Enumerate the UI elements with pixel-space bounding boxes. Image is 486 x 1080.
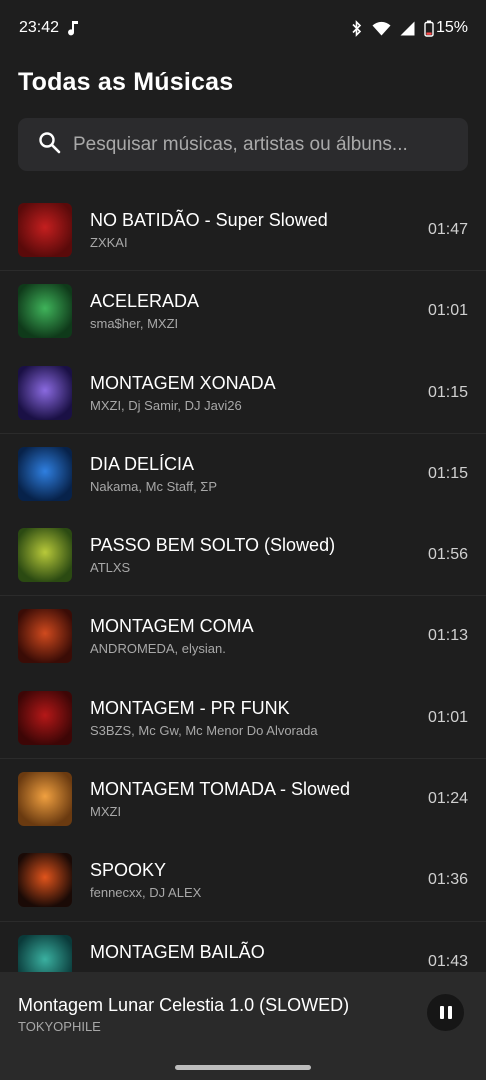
song-duration: 01:43 (427, 952, 468, 970)
battery-percent: 15% (435, 19, 468, 36)
now-playing-title: Montagem Lunar Celestia 1.0 (SLOWED) (18, 995, 350, 1015)
now-playing-artist: TOKYOPHILE (18, 1019, 101, 1034)
song-artist: sma$her, MXZI (90, 316, 179, 332)
page-title: Todas as Músicas (18, 68, 234, 96)
album-cover (18, 853, 72, 908)
song-row[interactable]: MONTAGEM - PR FUNK S3BZS, Mc Gw, Mc Menor… (0, 678, 486, 760)
song-row[interactable]: MONTAGEM BAILÃO 01:43 (0, 922, 486, 972)
song-artist: ATLXS (90, 560, 131, 576)
album-cover (18, 203, 72, 257)
song-row[interactable]: SPOOKY fennecxx, DJ ALEX 01:36 (0, 840, 486, 922)
album-cover (18, 446, 72, 501)
song-title: ACELERADA (90, 291, 200, 312)
music-note-icon (67, 20, 79, 36)
album-cover (18, 284, 72, 339)
search-input[interactable] (73, 133, 453, 156)
home-indicator[interactable] (175, 1065, 311, 1070)
song-artist: MXZI (90, 804, 122, 820)
song-artist: S3BZS, Mc Gw, Mc Menor Do Alvorada (90, 722, 318, 738)
song-title: MONTAGEM - PR FUNK (90, 697, 290, 718)
status-bar: 23:42 15% (0, 0, 486, 56)
album-cover (18, 365, 72, 420)
song-duration: 01:47 (427, 221, 468, 238)
song-artist: ZXKAI (90, 235, 128, 250)
song-list: NO BATIDÃO - Super Slowed ZXKAI 01:47 ACELE… (0, 190, 486, 972)
song-title: NO BATIDÃO - Super Slowed (90, 210, 328, 230)
song-duration: 01:01 (427, 302, 468, 320)
song-row[interactable]: PASSO BEM SOLTO (Slowed) ATLXS 01:56 (0, 515, 486, 597)
song-row[interactable]: DIA DELÍCIA Nakama, Mc Staff, ΣP 01:15 (0, 434, 486, 515)
song-duration: 01:36 (427, 871, 468, 889)
song-artist: MXZI, Dj Samir, DJ Javi26 (90, 397, 242, 413)
pause-icon (439, 1006, 444, 1019)
album-cover (18, 528, 72, 583)
song-row[interactable]: MONTAGEM COMA ANDROMEDA, elysian. 01:13 (0, 596, 486, 677)
song-title: DIA DELÍCIA (90, 453, 195, 474)
bluetooth-icon (351, 19, 363, 37)
album-cover (18, 690, 72, 745)
song-duration: 01:15 (427, 464, 468, 482)
pause-button[interactable] (427, 994, 464, 1031)
song-title: MONTAGEM COMA (90, 616, 254, 637)
signal-icon (400, 21, 415, 36)
song-duration: 01:56 (427, 546, 468, 564)
song-row[interactable]: MONTAGEM TOMADA - Slowed MXZI 01:24 (0, 759, 486, 840)
search-icon (38, 131, 61, 159)
song-title: MONTAGEM BAILÃO (90, 941, 265, 962)
song-row[interactable]: ACELERADA sma$her, MXZI 01:01 (0, 271, 486, 352)
song-artist: ANDROMEDA, elysian. (90, 641, 226, 657)
song-artist: Nakama, Mc Staff, ΣP (90, 478, 218, 494)
song-row[interactable]: NO BATIDÃO - Super Slowed ZXKAI 01:47 (0, 190, 486, 272)
album-cover (18, 934, 72, 972)
battery-indicator: 15% (424, 19, 468, 37)
song-artist: fennecxx, DJ ALEX (90, 885, 202, 901)
now-playing-bar[interactable]: Montagem Lunar Celestia 1.0 (SLOWED) TOK… (0, 972, 486, 1080)
pause-icon (447, 1006, 452, 1019)
wifi-icon (372, 21, 391, 36)
song-title: SPOOKY (90, 860, 167, 881)
song-duration: 01:13 (427, 627, 468, 645)
song-row[interactable]: MONTAGEM XONADA MXZI, Dj Samir, DJ Javi26… (0, 353, 486, 434)
song-duration: 01:24 (427, 790, 468, 808)
battery-icon (424, 20, 434, 37)
song-title: PASSO BEM SOLTO (Slowed) (90, 535, 336, 556)
song-title: MONTAGEM TOMADA - Slowed (90, 779, 351, 800)
album-cover (18, 772, 72, 827)
song-duration: 01:01 (427, 708, 468, 726)
search-bar[interactable] (18, 118, 468, 171)
status-time: 23:42 (19, 19, 60, 36)
song-title: MONTAGEM XONADA (90, 372, 276, 393)
song-duration: 01:15 (427, 383, 468, 401)
album-cover (18, 609, 72, 664)
